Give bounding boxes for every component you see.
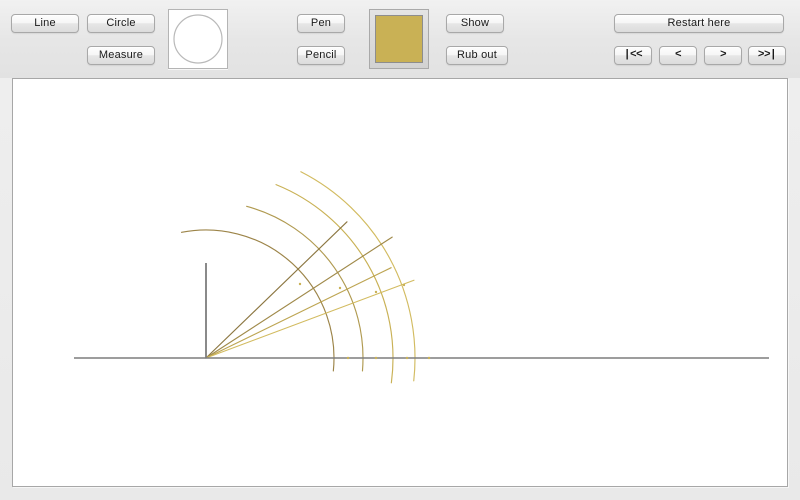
- intersection-marker: [403, 284, 405, 286]
- ray-2: [206, 237, 392, 358]
- construction-figure[interactable]: [13, 79, 787, 486]
- measure-tool-button[interactable]: Measure: [87, 46, 155, 65]
- ray-1: [206, 222, 347, 358]
- intersection-marker: [428, 357, 430, 359]
- arc-1: [182, 230, 334, 371]
- pencil-tool-button[interactable]: Pencil: [297, 46, 345, 65]
- show-button[interactable]: Show: [446, 14, 504, 33]
- arc-3: [276, 185, 393, 383]
- line-tool-button[interactable]: Line: [11, 14, 79, 33]
- intersection-marker: [339, 287, 341, 289]
- last-step-button[interactable]: >>|: [748, 46, 786, 65]
- color-well[interactable]: [369, 9, 429, 69]
- intersection-marker: [375, 357, 377, 359]
- ray-group: [206, 222, 414, 358]
- circle-preview-icon: [169, 10, 227, 68]
- intersection-marker: [347, 357, 349, 359]
- intersection-marker: [299, 283, 301, 285]
- arc-4: [301, 172, 415, 381]
- first-step-button[interactable]: |<<: [614, 46, 652, 65]
- drawing-canvas[interactable]: [12, 78, 788, 487]
- ray-4: [206, 280, 414, 358]
- app-window: Line Circle Measure Pen Pencil Show Rub …: [0, 0, 800, 500]
- pen-tool-button[interactable]: Pen: [297, 14, 345, 33]
- restart-here-button[interactable]: Restart here: [614, 14, 784, 33]
- intersection-marker: [406, 357, 408, 359]
- color-swatch[interactable]: [375, 15, 423, 63]
- arc-2: [247, 206, 363, 371]
- guide-group: [74, 263, 769, 358]
- ray-3: [206, 268, 391, 358]
- toolbar: Line Circle Measure Pen Pencil Show Rub …: [0, 0, 800, 78]
- next-step-button[interactable]: >: [704, 46, 742, 65]
- intersection-marker: [375, 291, 377, 293]
- circle-tool-button[interactable]: Circle: [87, 14, 155, 33]
- previous-step-button[interactable]: <: [659, 46, 697, 65]
- rub-out-button[interactable]: Rub out: [446, 46, 508, 65]
- marker-group: [299, 283, 430, 359]
- shape-preview-well[interactable]: [168, 9, 228, 69]
